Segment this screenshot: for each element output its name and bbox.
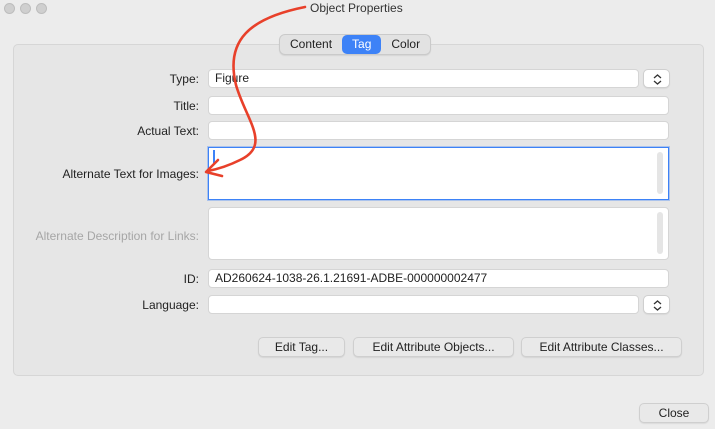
alt-text-scrollbar[interactable] (657, 152, 663, 194)
type-stepper[interactable] (643, 69, 670, 88)
window-title: Object Properties (310, 1, 403, 15)
type-select[interactable]: Figure (208, 69, 639, 88)
type-label: Type: (169, 72, 199, 86)
alt-text-field[interactable] (208, 147, 669, 200)
language-label: Language: (142, 298, 199, 312)
tab-content[interactable]: Content (280, 35, 342, 54)
title-label: Title: (173, 99, 199, 113)
edit-attribute-classes-button[interactable]: Edit Attribute Classes... (521, 337, 682, 357)
tab-tag[interactable]: Tag (342, 35, 382, 54)
text-caret (213, 150, 215, 163)
id-label: ID: (183, 272, 199, 286)
zoom-window-icon[interactable] (36, 3, 47, 14)
actual-text-field[interactable] (208, 121, 669, 140)
language-stepper[interactable] (643, 295, 670, 314)
close-button[interactable]: Close (639, 403, 709, 423)
minimize-window-icon[interactable] (20, 3, 31, 14)
up-down-chevron-icon (653, 74, 662, 85)
title-field[interactable] (208, 96, 669, 115)
language-select[interactable] (208, 295, 639, 314)
tab-bar: Content Tag Color (279, 34, 432, 55)
id-field[interactable]: AD260624-1038-26.1.21691-ADBE-0000000024… (208, 269, 669, 288)
alt-desc-links-field[interactable] (208, 207, 669, 260)
edit-attribute-objects-button[interactable]: Edit Attribute Objects... (353, 337, 514, 357)
alt-text-label: Alternate Text for Images: (62, 167, 199, 181)
title-bar: Object Properties (0, 0, 715, 16)
edit-tag-button[interactable]: Edit Tag... (258, 337, 345, 357)
alt-desc-links-scrollbar[interactable] (657, 212, 663, 254)
tab-color[interactable]: Color (381, 35, 430, 54)
close-window-icon[interactable] (4, 3, 15, 14)
alt-desc-links-label: Alternate Description for Links: (35, 229, 199, 243)
actual-text-label: Actual Text: (137, 124, 199, 138)
up-down-chevron-icon (653, 300, 662, 311)
